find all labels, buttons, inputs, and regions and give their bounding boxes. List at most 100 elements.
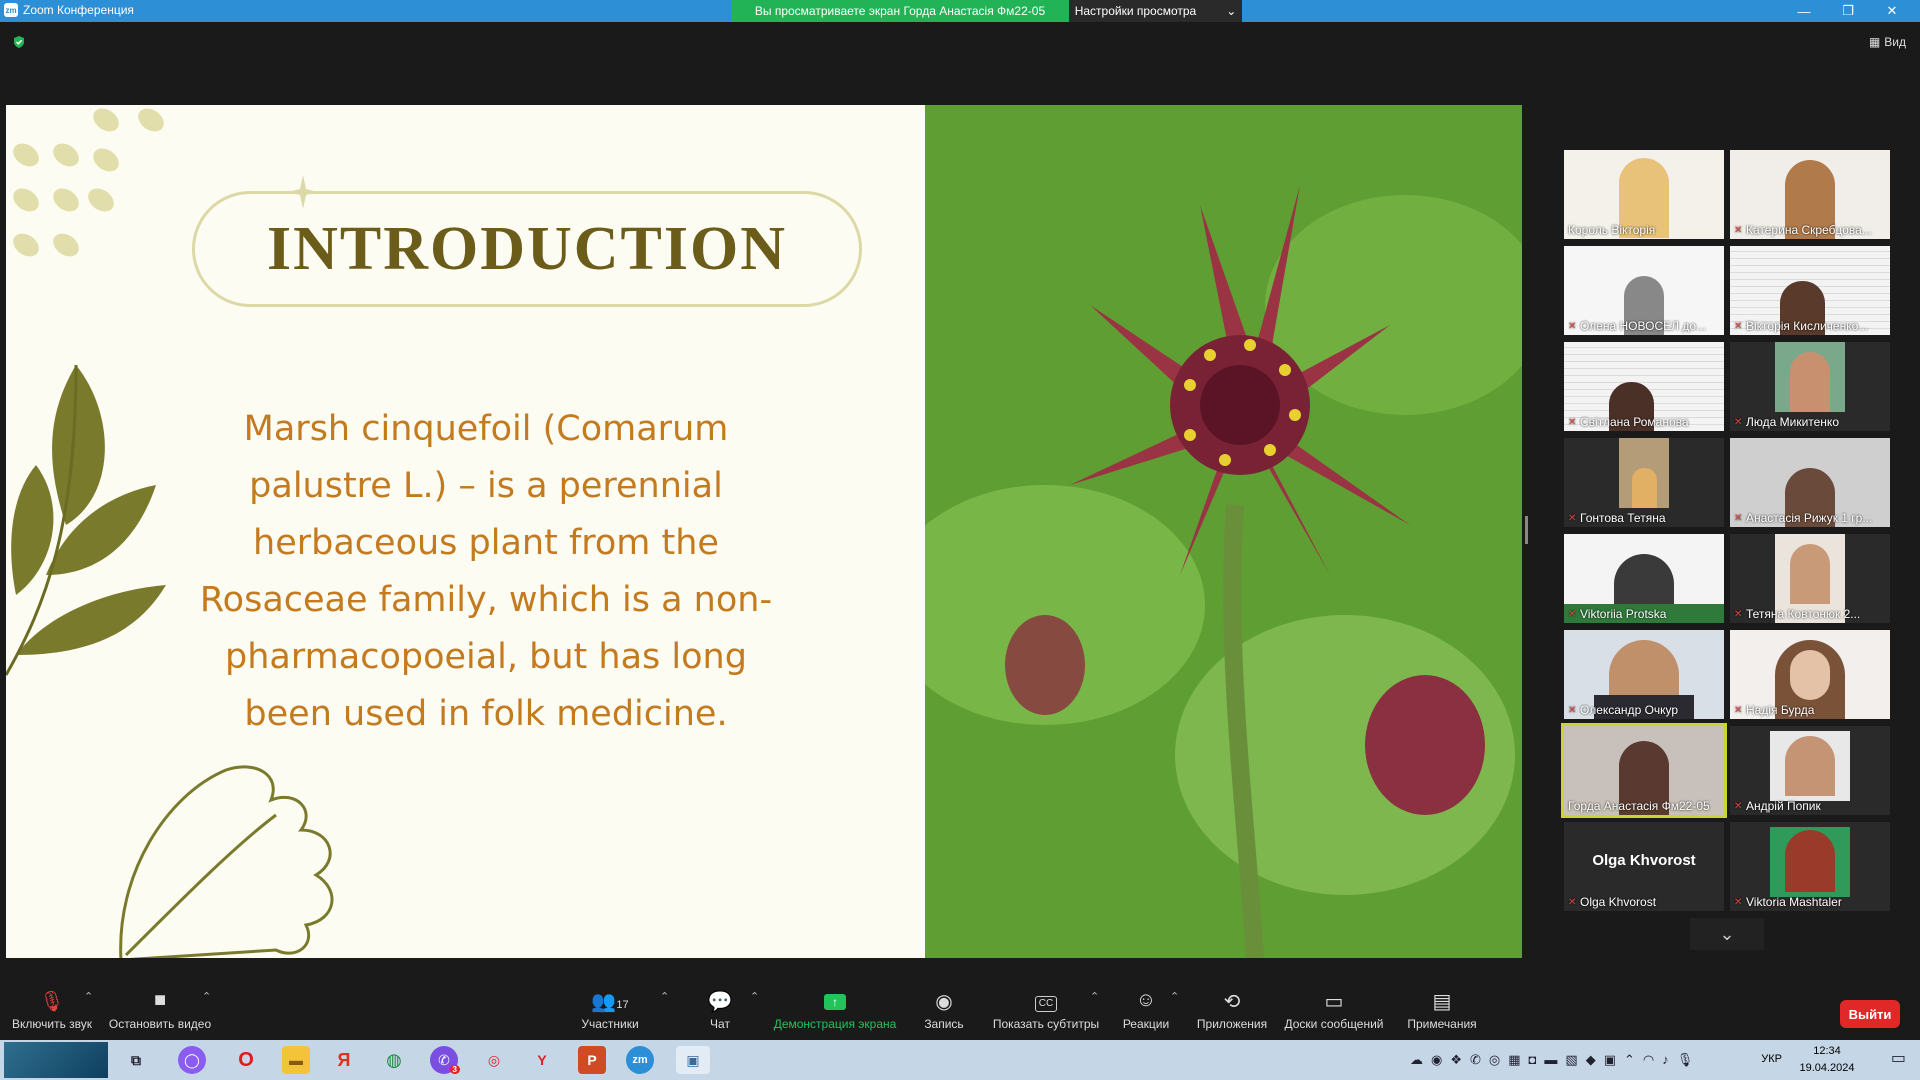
audio-options-caret[interactable]: ⌃ [84, 990, 93, 1003]
closed-captions-icon: CC [1034, 989, 1058, 1013]
viber-icon[interactable]: ✆ 3 [430, 1046, 460, 1074]
participant-name-label: ✕ Viktoriia Protska [1568, 607, 1667, 621]
participant-display-name: Olga Khvorost [1592, 852, 1696, 869]
resize-handle[interactable] [1525, 516, 1528, 544]
taskbar-clock[interactable]: 12:34 19.04.2024 [1792, 1043, 1862, 1077]
color-picker-icon[interactable]: ❖ [1450, 1052, 1462, 1068]
muted-mic-icon: ✕ [1568, 705, 1577, 716]
captions-button[interactable]: CC Показать субтитры [990, 982, 1102, 1038]
participant-tile[interactable]: ✕ Світлана Романова [1564, 342, 1724, 431]
meeting-toolbar: 🎙 Включить звук ⌃ ■ Остановить видео ⌃ 👥… [0, 982, 1920, 1038]
record-button[interactable]: ◉ Запись [922, 982, 966, 1038]
view-button[interactable]: ▦ Вид [1869, 35, 1906, 49]
notes-label: Примечания [1407, 1017, 1477, 1031]
stop-video-button[interactable]: ■ Остановить видео [108, 982, 212, 1038]
opera-icon[interactable]: O [232, 1046, 260, 1074]
view-settings-dropdown[interactable]: Настройки просмотра ⌄ [1069, 0, 1242, 22]
muted-mic-icon: ✕ [1734, 417, 1743, 428]
participants-button[interactable]: 👥17 Участники [580, 982, 640, 1038]
chat-options-caret[interactable]: ⌃ [750, 990, 759, 1003]
video-options-caret[interactable]: ⌃ [202, 990, 211, 1003]
participant-tile[interactable]: ✕ Анастасія Рижук 1 гр... [1730, 438, 1890, 527]
participant-tile[interactable]: ✕ Тетяна Ковтонюк 2... [1730, 534, 1890, 623]
participant-name-label: ✕ Світлана Романова [1568, 415, 1689, 429]
file-explorer-icon[interactable]: ▬ [282, 1046, 310, 1074]
clock-date: 19.04.2024 [1799, 1062, 1855, 1074]
notifications-icon[interactable]: ▭ [1891, 1048, 1906, 1068]
gamepad-icon[interactable]: ▣ [1604, 1052, 1616, 1068]
camera-tray-icon[interactable]: ◘ [1529, 1052, 1537, 1068]
encryption-shield-icon[interactable] [12, 35, 26, 49]
cloud-icon[interactable]: ☁ [1410, 1052, 1423, 1068]
usb-icon[interactable]: ▬ [1544, 1052, 1557, 1068]
app-title-area: zm Zoom Конференция [4, 3, 134, 17]
participants-options-caret[interactable]: ⌃ [660, 990, 669, 1003]
minimize-button[interactable]: — [1782, 0, 1826, 22]
whiteboard-icon: ▭ [1324, 991, 1344, 1013]
participant-tile[interactable]: ✕ Олександр Очкур [1564, 630, 1724, 719]
participant-tile-no-video[interactable]: Olga Khvorost ✕ Olga Khvorost [1564, 822, 1724, 911]
microphone-icon[interactable]: 🎙 [1677, 1052, 1694, 1068]
notes-icon: ▤ [1432, 991, 1452, 1013]
participant-tile[interactable]: ✕ Вікторія Кисличенко... [1730, 246, 1890, 335]
chevron-up-icon[interactable]: ⌃ [1624, 1052, 1635, 1068]
yandex-y-icon[interactable]: Y [528, 1046, 556, 1074]
share-screen-icon: ↑ [824, 989, 846, 1013]
reactions-options-caret[interactable]: ⌃ [1170, 990, 1179, 1003]
yandex-browser-icon[interactable]: ◎ [480, 1046, 508, 1074]
leave-button[interactable]: Выйти [1840, 1000, 1900, 1028]
muted-mic-icon: ✕ [1734, 321, 1743, 332]
taskbar-wallpaper-strip [4, 1042, 108, 1078]
reactions-label: Реакции [1122, 1017, 1170, 1031]
chrome-icon[interactable]: ◍ [380, 1046, 408, 1074]
wifi-icon[interactable]: ◠ [1643, 1052, 1654, 1068]
alice-assistant-icon[interactable]: ◯ [178, 1046, 206, 1074]
maximize-button[interactable]: ❐ [1826, 0, 1870, 22]
apps-grid-icon[interactable]: ▦ [1508, 1052, 1520, 1068]
participant-tile[interactable]: ✕ Андрій Попик [1730, 726, 1890, 815]
apps-label: Приложения [1196, 1017, 1268, 1031]
viber-tray-icon[interactable]: ✆ [1470, 1052, 1481, 1068]
yandex-icon[interactable]: Я [330, 1046, 358, 1074]
zoom-window-thumbnail-icon[interactable]: ▣ [676, 1046, 710, 1074]
close-button[interactable]: ✕ [1870, 0, 1914, 22]
zoom-tray-icon[interactable]: ◉ [1431, 1052, 1442, 1068]
video-camera-icon: ■ [153, 989, 167, 1011]
muted-mic-icon: ✕ [1734, 705, 1743, 716]
slide-line: palustre L.) – is a perennial [249, 466, 723, 506]
chat-button[interactable]: 💬 Чат [700, 982, 740, 1038]
gallery-next-page-button[interactable]: ⌄ [1690, 918, 1764, 950]
slide-line: been used in folk medicine. [244, 694, 728, 734]
captions-options-caret[interactable]: ⌃ [1090, 990, 1099, 1003]
powerpoint-icon[interactable]: P [578, 1046, 606, 1074]
zoom-logo-icon: zm [4, 3, 18, 17]
muted-mic-icon: ✕ [1734, 513, 1743, 524]
task-view-icon[interactable]: ⧉ [122, 1046, 150, 1074]
participant-tile[interactable]: ✕ Олена НОВОСЕЛ до... [1564, 246, 1724, 335]
participant-tile[interactable]: ✕ Viktoria Mashtaler [1730, 822, 1890, 911]
participants-icon: 👥17 [591, 991, 629, 1013]
share-screen-button[interactable]: ↑ Демонстрация экрана [772, 982, 898, 1038]
participant-tile[interactable]: ✕ Люда Микитенко [1730, 342, 1890, 431]
participant-tile[interactable]: ✕ Гонтова Тетяна [1564, 438, 1724, 527]
participant-tile[interactable]: Король Вікторія [1564, 150, 1724, 239]
unmute-button[interactable]: 🎙 Включить звук [8, 982, 96, 1038]
participant-tile[interactable]: ✕ Катерина Скребцова... [1730, 150, 1890, 239]
keyboard-language[interactable]: УКР [1761, 1053, 1782, 1065]
unmute-label: Включить звук [11, 1017, 93, 1031]
apps-button[interactable]: ⟲ Приложения [1194, 982, 1270, 1038]
chevron-down-icon: ⌄ [1719, 923, 1735, 944]
sparkle-icon [288, 175, 318, 209]
globe-icon[interactable]: ◎ [1489, 1052, 1500, 1068]
reactions-button[interactable]: ☺ Реакции [1120, 982, 1172, 1038]
zoom-taskbar-icon[interactable]: zm [626, 1046, 654, 1074]
shield-tray-icon[interactable]: ◆ [1586, 1052, 1596, 1068]
speaker-icon[interactable]: ♪ [1662, 1052, 1669, 1068]
office-icon[interactable]: ▧ [1565, 1052, 1577, 1068]
whiteboards-button[interactable]: ▭ Доски сообщений [1282, 982, 1386, 1038]
leaf-illustration [6, 364, 166, 676]
participant-tile[interactable]: ✕ Надія Бурда [1730, 630, 1890, 719]
participant-tile[interactable]: ✕ Viktoriia Protska [1564, 534, 1724, 623]
notes-button[interactable]: ▤ Примечания [1404, 982, 1480, 1038]
participant-tile-active-speaker[interactable]: Горда Анастасія Фм22-05 [1561, 723, 1727, 818]
